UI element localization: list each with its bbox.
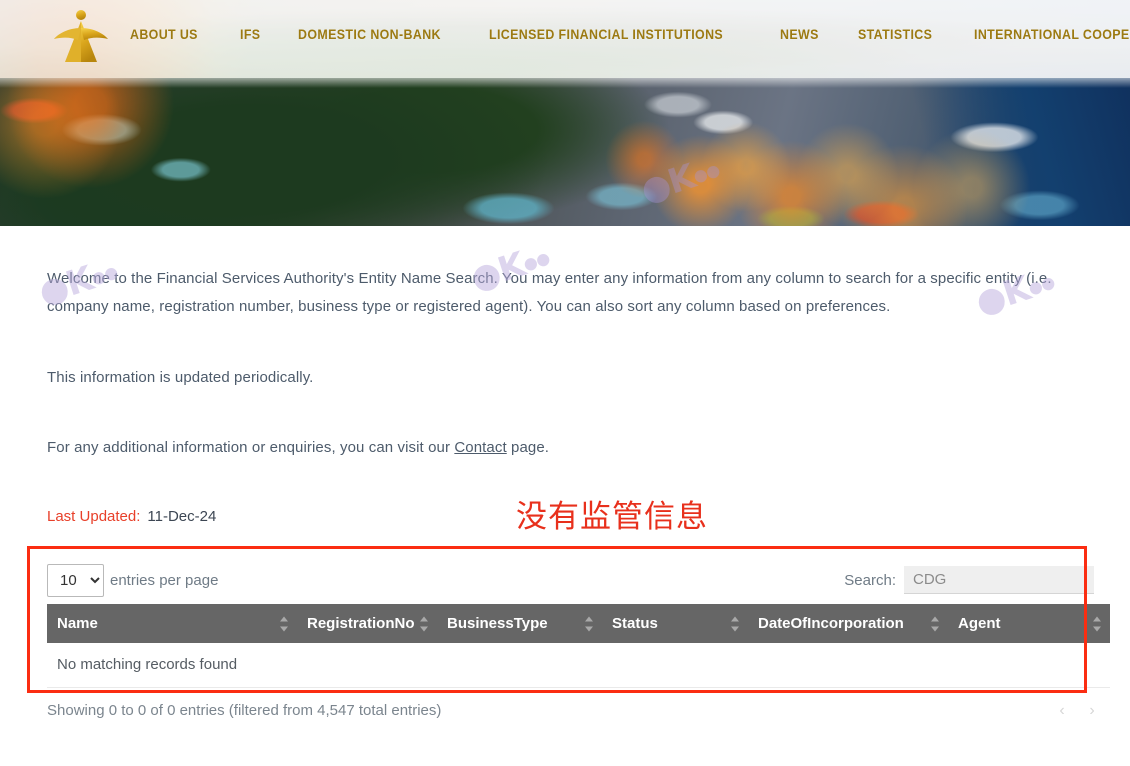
nav-news[interactable]: NEWS	[780, 27, 819, 42]
nav-ifs[interactable]: IFS	[240, 27, 260, 42]
last-updated-value: 11-Dec-24	[147, 508, 217, 525]
entries-per-page-control: 102550100 entries per page	[47, 564, 218, 597]
main-navigation[interactable]: ABOUT US IFS DOMESTIC NON-BANK LICENSED …	[130, 27, 1130, 42]
table-body: No matching records found	[47, 643, 1110, 688]
contact-paragraph-after: page.	[506, 439, 550, 456]
hero-aerial-town-photo	[0, 78, 1130, 226]
column-header-agent-label: Agent	[958, 615, 1001, 632]
nav-international-cooperation[interactable]: INTERNATIONAL COOPERATION	[974, 27, 1130, 42]
last-updated-label: Last Updated:	[47, 508, 141, 525]
sort-icon[interactable]	[931, 616, 940, 631]
column-header-status[interactable]: Status	[602, 604, 748, 643]
column-header-businesstype[interactable]: BusinessType	[437, 604, 602, 643]
fsa-logo[interactable]	[50, 6, 112, 72]
table-header-row: Name RegistrationNo BusinessType Status	[47, 604, 1110, 643]
search-label: Search:	[844, 571, 896, 589]
sort-icon[interactable]	[280, 616, 289, 631]
column-header-name[interactable]: Name	[47, 604, 297, 643]
chinese-annotation: 没有监管信息	[516, 499, 708, 534]
datatable-controls: 102550100 entries per page Search:	[47, 560, 1110, 604]
update-notice-paragraph: This information is updated periodically…	[47, 369, 314, 386]
column-header-dateofincorporation-label: DateOfIncorporation	[758, 615, 904, 632]
entries-per-page-select[interactable]: 102550100	[47, 564, 104, 597]
results-info: Showing 0 to 0 of 0 entries (filtered fr…	[47, 701, 442, 719]
sort-icon[interactable]	[731, 616, 740, 631]
sort-icon[interactable]	[1093, 616, 1102, 631]
contact-paragraph: For any additional information or enquir…	[47, 434, 549, 462]
pagination[interactable]: ‹ ›	[1047, 697, 1107, 725]
sort-icon[interactable]	[420, 616, 429, 631]
column-header-registrationno-label: RegistrationNo	[307, 615, 415, 632]
empty-message: No matching records found	[47, 643, 1110, 688]
entries-per-page-label: entries per page	[110, 572, 219, 589]
page-root: ABOUT US IFS DOMESTIC NON-BANK LICENSED …	[0, 0, 1130, 766]
table-head: Name RegistrationNo BusinessType Status	[47, 604, 1110, 643]
column-header-agent[interactable]: Agent	[948, 604, 1110, 643]
search-input[interactable]	[904, 566, 1094, 594]
hero-banner	[0, 78, 1130, 226]
contact-link[interactable]: Contact	[454, 439, 506, 456]
column-header-businesstype-label: BusinessType	[447, 615, 548, 632]
nav-statistics[interactable]: STATISTICS	[858, 27, 932, 42]
column-header-status-label: Status	[612, 615, 658, 632]
site-header: ABOUT US IFS DOMESTIC NON-BANK LICENSED …	[0, 0, 1130, 78]
sort-icon[interactable]	[585, 616, 594, 631]
last-updated: Last Updated: 11-Dec-24	[47, 507, 216, 527]
column-header-dateofincorporation[interactable]: DateOfIncorporation	[748, 604, 948, 643]
intro-paragraph: Welcome to the Financial Services Author…	[47, 270, 1052, 315]
column-header-name-label: Name	[57, 615, 98, 632]
pagination-next-button[interactable]: ›	[1077, 697, 1107, 725]
search-control: Search:	[844, 566, 1094, 594]
nav-domestic-non-bank[interactable]: DOMESTIC NON-BANK	[298, 27, 441, 42]
table-row-empty: No matching records found	[47, 643, 1110, 688]
hero-top-fade	[0, 78, 1130, 88]
nav-about-us[interactable]: ABOUT US	[130, 27, 198, 42]
results-table: Name RegistrationNo BusinessType Status	[47, 604, 1110, 688]
datatable-footer: Showing 0 to 0 of 0 entries (filtered fr…	[47, 693, 1110, 733]
column-header-registrationno[interactable]: RegistrationNo	[297, 604, 437, 643]
nav-licensed-financial-institutions[interactable]: LICENSED FINANCIAL INSTITUTIONS	[489, 27, 723, 42]
entity-search-datatable: 102550100 entries per page Search: Name	[47, 560, 1110, 733]
contact-paragraph-before: For any additional information or enquir…	[47, 439, 455, 456]
pagination-previous-button[interactable]: ‹	[1047, 697, 1077, 725]
